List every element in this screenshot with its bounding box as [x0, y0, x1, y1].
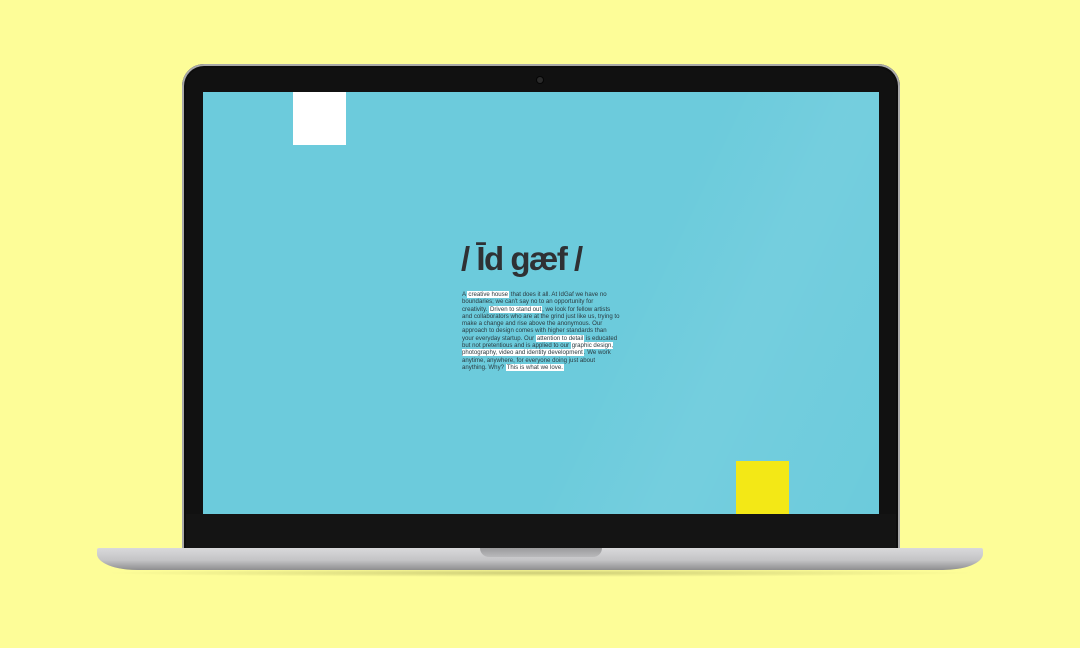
webcam-icon: [537, 77, 543, 83]
laptop-bottom-bezel: [186, 514, 896, 548]
mockup-stage: / Īd gæf / A creative house that does it…: [0, 0, 1080, 648]
laptop-shadow: [100, 569, 980, 577]
white-square-block: [293, 92, 346, 145]
highlighted-phrase: attention to detail: [535, 334, 585, 342]
laptop-screen: / Īd gæf / A creative house that does it…: [203, 92, 879, 514]
laptop-lid-notch: [480, 548, 602, 557]
intro-paragraph: A creative house that does it all. At Id…: [462, 291, 620, 371]
highlighted-phrase: This is what we love.: [505, 363, 564, 371]
highlighted-phrase: Driven to stand out: [488, 305, 543, 313]
yellow-square-block: [736, 461, 789, 514]
site-logo[interactable]: / Īd gæf /: [461, 240, 583, 278]
highlighted-phrase: creative house: [467, 291, 510, 298]
